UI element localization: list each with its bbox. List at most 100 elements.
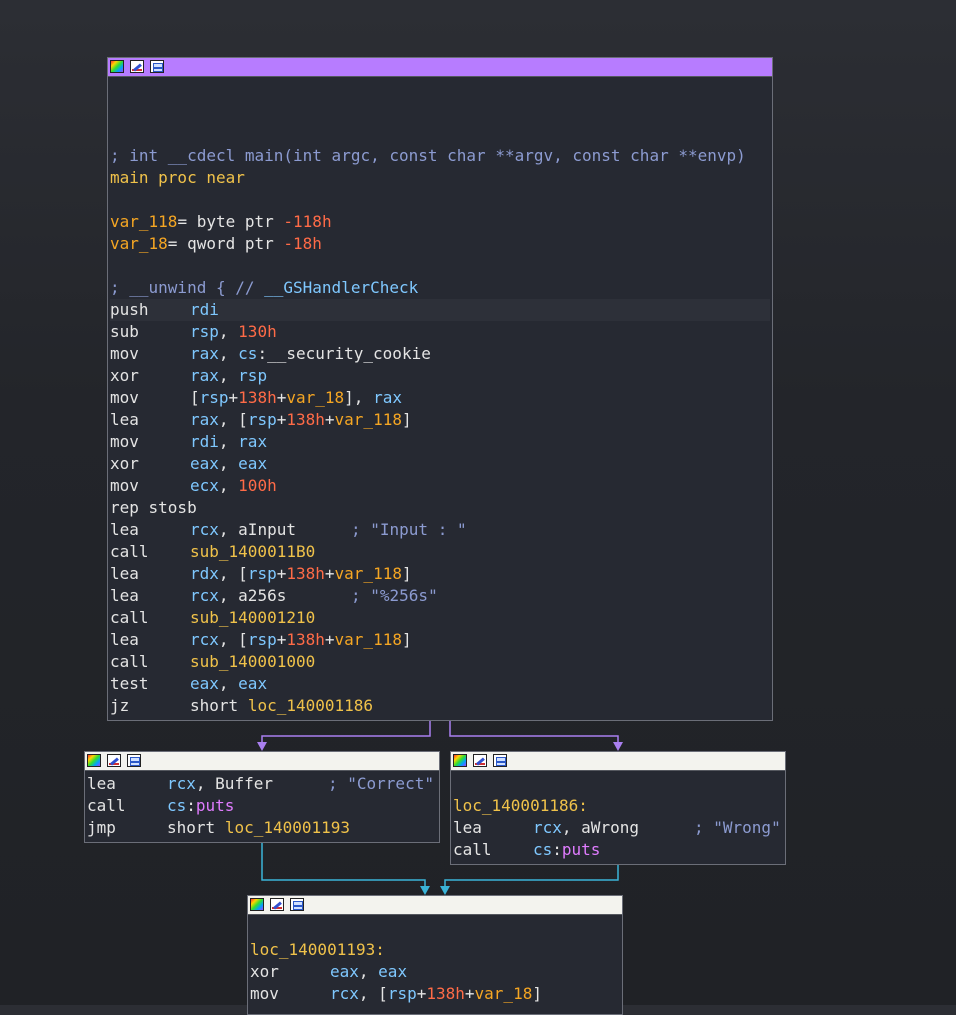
address-label-token[interactable]: loc_140001193 xyxy=(225,818,350,837)
register-token[interactable]: rcx xyxy=(190,520,219,539)
register-token[interactable]: rax xyxy=(190,410,219,429)
color-palette-icon[interactable] xyxy=(453,754,467,767)
import-token[interactable]: puts xyxy=(562,840,601,859)
instruction-line[interactable]: lea rax, [rsp+138h+var_118] xyxy=(110,409,412,431)
register-token[interactable]: rcx xyxy=(533,818,562,837)
operand-token: , xyxy=(218,586,239,605)
graph-view-icon[interactable] xyxy=(127,754,141,767)
instruction-line[interactable]: xor eax, eax xyxy=(110,453,267,475)
instruction-line[interactable]: xor eax, eax xyxy=(250,961,407,983)
instruction-line[interactable]: jz short loc_140001186 xyxy=(110,695,373,717)
graph-view-icon[interactable] xyxy=(290,898,304,911)
instruction-line[interactable]: lea rcx, a256s; "%256s" xyxy=(110,585,438,607)
instruction-line[interactable]: jmp short loc_140001193 xyxy=(87,817,350,839)
register-token[interactable]: rsp xyxy=(190,322,219,341)
instruction-line[interactable]: rep stosb xyxy=(110,497,197,519)
register-token[interactable]: rcx xyxy=(330,984,359,1003)
variable-token[interactable]: var_18 xyxy=(286,388,344,407)
mnemonic: call xyxy=(110,608,149,627)
register-token[interactable]: ecx xyxy=(190,476,219,495)
node-titlebar[interactable] xyxy=(85,752,439,771)
register-token[interactable]: rsp xyxy=(388,984,417,1003)
color-palette-icon[interactable] xyxy=(87,754,101,767)
register-token[interactable]: eax xyxy=(238,454,267,473)
graph-view-icon[interactable] xyxy=(493,754,507,767)
instruction-line[interactable]: push rdi xyxy=(110,299,770,321)
register-token[interactable]: rsp xyxy=(248,630,277,649)
register-token[interactable]: eax xyxy=(190,454,219,473)
address-label-token[interactable]: loc_140001186 xyxy=(248,696,373,715)
variable-token[interactable]: var_118 xyxy=(335,410,402,429)
variable-token[interactable]: var_118 xyxy=(335,630,402,649)
register-token[interactable]: rdi xyxy=(190,300,219,319)
instruction-line[interactable]: lea rcx, [rsp+138h+var_118] xyxy=(110,629,412,651)
instruction-line[interactable]: lea rcx, Buffer; "Correct" xyxy=(87,773,434,795)
edit-icon[interactable] xyxy=(130,60,144,73)
instruction-line[interactable]: mov [rsp+138h+var_18], rax xyxy=(110,387,402,409)
proc-declaration: main proc near xyxy=(110,168,245,187)
instruction-line[interactable]: call cs:puts xyxy=(87,795,234,817)
address-label-token[interactable]: sub_1400011B0 xyxy=(190,542,315,561)
address-label-token[interactable]: sub_140001000 xyxy=(190,652,315,671)
variable-token[interactable]: var_118 xyxy=(335,564,402,583)
correct-block-node[interactable]: lea rcx, Buffer; "Correct" call cs:puts jmp s… xyxy=(84,751,440,843)
register-token[interactable]: eax xyxy=(378,962,407,981)
instruction-line[interactable]: lea rcx, aWrong; "Wrong" xyxy=(453,817,781,839)
register-token[interactable]: rdi xyxy=(190,432,219,451)
register-token[interactable]: eax xyxy=(190,674,219,693)
symbol-token[interactable]: __security_cookie xyxy=(267,344,431,363)
mnemonic: rep stosb xyxy=(110,498,197,517)
edit-icon[interactable] xyxy=(107,754,121,767)
import-token[interactable]: puts xyxy=(196,796,235,815)
variable-token[interactable]: var_18 xyxy=(475,984,533,1003)
exit-block-node[interactable]: loc_140001193: xor eax, eax mov rcx, [rsp+1… xyxy=(247,895,623,1015)
instruction-line[interactable]: call cs:puts xyxy=(453,839,600,861)
color-palette-icon[interactable] xyxy=(250,898,264,911)
instruction-line[interactable]: sub rsp, 130h xyxy=(110,321,277,343)
var-name[interactable]: var_118 xyxy=(110,212,177,231)
instruction-line[interactable]: lea rcx, aInput; "Input : " xyxy=(110,519,467,541)
var-name[interactable]: var_18 xyxy=(110,234,168,253)
register-token[interactable]: rsp xyxy=(238,366,267,385)
register-token[interactable]: rcx xyxy=(190,586,219,605)
wrong-block-node[interactable]: loc_140001186: lea rcx, aWrong; "Wrong" ca… xyxy=(450,751,786,865)
node-titlebar[interactable] xyxy=(451,752,785,771)
register-token[interactable]: eax xyxy=(238,674,267,693)
instruction-line[interactable]: call sub_1400011B0 xyxy=(110,541,315,563)
address-label-token[interactable]: sub_140001210 xyxy=(190,608,315,627)
node-titlebar[interactable] xyxy=(108,58,772,77)
instruction-line[interactable]: call sub_140001000 xyxy=(110,651,315,673)
edit-icon[interactable] xyxy=(473,754,487,767)
node-titlebar[interactable] xyxy=(248,896,622,915)
operand-token: , xyxy=(358,962,379,981)
register-token[interactable]: rsp xyxy=(248,410,277,429)
register-token[interactable]: rax xyxy=(190,366,219,385)
edit-icon[interactable] xyxy=(270,898,284,911)
block-label[interactable]: loc_140001186: xyxy=(453,795,588,817)
edge-wrong-to-exit xyxy=(444,864,619,890)
instruction-line[interactable]: mov rcx, [rsp+138h+var_18] xyxy=(250,983,542,1005)
register-token[interactable]: rcx xyxy=(190,630,219,649)
register-token[interactable]: rsp xyxy=(200,388,229,407)
mnemonic: lea xyxy=(453,818,482,837)
instruction-line[interactable]: test eax, eax xyxy=(110,673,267,695)
block-label[interactable]: loc_140001193: xyxy=(250,939,385,961)
instruction-line[interactable]: mov rax, cs:__security_cookie xyxy=(110,343,431,365)
instruction-line[interactable]: lea rdx, [rsp+138h+var_118] xyxy=(110,563,412,585)
instruction-line[interactable]: mov ecx, 100h xyxy=(110,475,277,497)
instruction-line[interactable]: call sub_140001210 xyxy=(110,607,315,629)
register-token[interactable]: rax xyxy=(190,344,219,363)
instruction-line[interactable]: mov rdi, rax xyxy=(110,431,267,453)
instruction-line[interactable]: xor rax, rsp xyxy=(110,365,267,387)
register-token[interactable]: rsp xyxy=(248,564,277,583)
operands: cs:puts xyxy=(167,795,234,817)
handler-name[interactable]: __GSHandlerCheck xyxy=(264,278,418,297)
register-token[interactable]: eax xyxy=(330,962,359,981)
register-token[interactable]: rcx xyxy=(167,774,196,793)
register-token[interactable]: rdx xyxy=(190,564,219,583)
register-token[interactable]: rax xyxy=(238,432,267,451)
register-token[interactable]: rax xyxy=(373,388,402,407)
graph-view-icon[interactable] xyxy=(150,60,164,73)
main-block-node[interactable]: ; int __cdecl main(int argc, const char … xyxy=(107,57,773,721)
color-palette-icon[interactable] xyxy=(110,60,124,73)
